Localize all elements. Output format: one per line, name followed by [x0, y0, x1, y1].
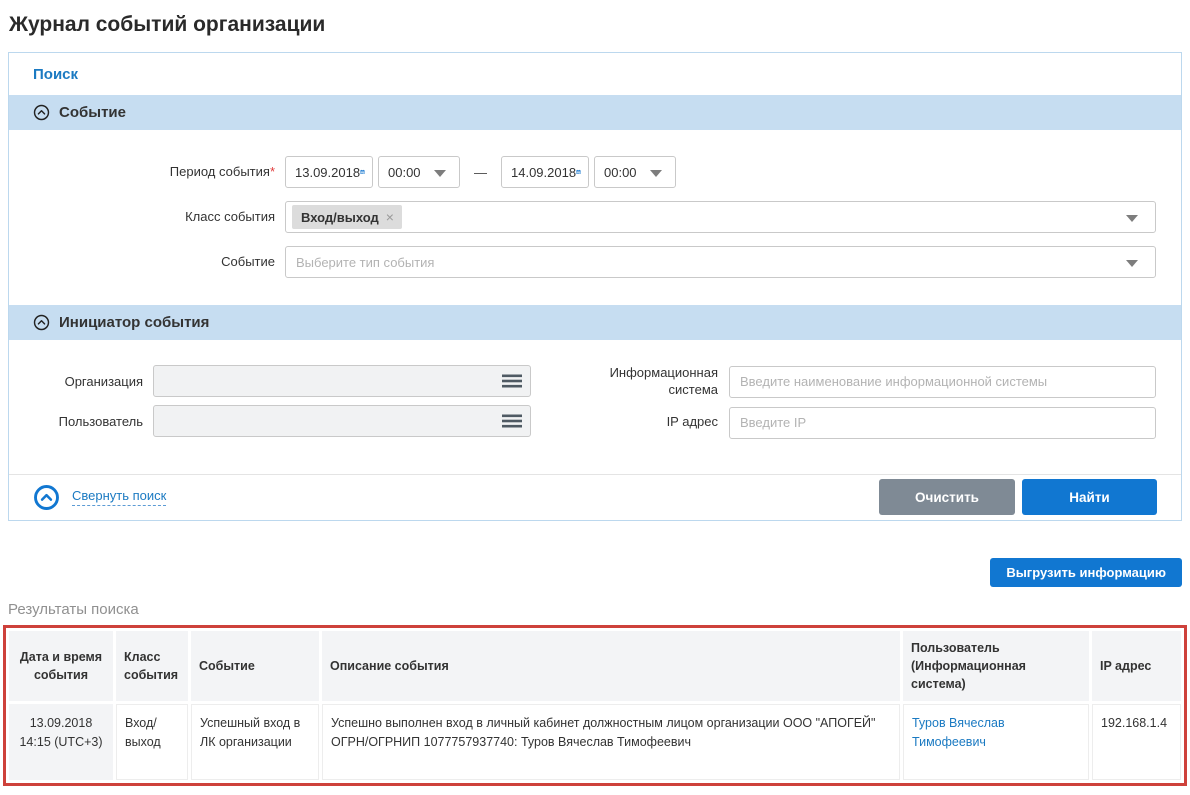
- cell-event: Успешный вход в ЛК организации: [191, 704, 319, 780]
- user-row: Пользователь: [9, 405, 531, 437]
- time-from-select[interactable]: 00:00: [378, 156, 460, 188]
- cell-datetime: 13.09.2018 14:15 (UTC+3): [9, 704, 113, 780]
- organization-label: Организация: [9, 374, 153, 389]
- calendar-icon[interactable]: [360, 165, 365, 179]
- event-class-row: Класс события Вход/выход ×: [9, 201, 1181, 233]
- calendar-icon[interactable]: [576, 165, 581, 179]
- event-type-label: Событие: [9, 254, 285, 270]
- caret-down-icon: [1126, 215, 1138, 222]
- find-button[interactable]: Найти: [1022, 479, 1157, 515]
- event-type-row: Событие Выберите тип события: [9, 246, 1181, 278]
- header-ip: IP адрес: [1092, 631, 1181, 701]
- info-system-label: Информационная система: [531, 365, 729, 399]
- search-panel-header: Поиск: [9, 53, 1181, 95]
- caret-down-icon: [434, 170, 446, 177]
- time-to-select[interactable]: 00:00: [594, 156, 676, 188]
- search-panel-title: Поиск: [33, 66, 78, 83]
- initiator-form-area: Организация Пользователь: [9, 340, 1181, 474]
- chevron-up-circle-icon[interactable]: [33, 484, 60, 511]
- collapse-search-label: Свернуть поиск: [72, 488, 166, 506]
- event-class-tag[interactable]: Вход/выход ×: [292, 205, 402, 229]
- header-datetime: Дата и время события: [9, 631, 113, 701]
- header-user: Пользователь (Информационная система): [903, 631, 1089, 701]
- date-from-input[interactable]: 13.09.2018: [285, 156, 373, 188]
- event-type-select[interactable]: Выберите тип события: [285, 246, 1156, 278]
- cell-description: Успешно выполнен вход в личный кабинет д…: [322, 704, 900, 780]
- cell-event-class: Вход/выход: [116, 704, 188, 780]
- organization-picker[interactable]: [153, 365, 531, 397]
- clear-button[interactable]: Очистить: [879, 479, 1015, 515]
- initiator-right-column: Информационная система IP адрес: [531, 365, 1181, 439]
- period-label: Период события*: [9, 164, 285, 180]
- organization-row: Организация: [9, 365, 531, 397]
- user-link[interactable]: Туров Вячеслав Тимофеевич: [912, 716, 1005, 749]
- section-header-initiator[interactable]: Инициатор события: [9, 305, 1181, 340]
- section-header-event[interactable]: Событие: [9, 95, 1181, 130]
- range-dash: —: [474, 165, 487, 180]
- page: Журнал событий организации Поиск Событие…: [0, 13, 1190, 786]
- cell-ip: 192.168.1.4: [1092, 704, 1181, 780]
- collapse-search-link[interactable]: Свернуть поиск: [33, 484, 166, 511]
- ip-input[interactable]: [729, 407, 1156, 439]
- search-footer: Свернуть поиск Очистить Найти: [9, 474, 1181, 520]
- event-class-select[interactable]: Вход/выход ×: [285, 201, 1156, 233]
- period-row: Период события* 13.09.2018: [9, 156, 1181, 188]
- user-label: Пользователь: [9, 414, 153, 429]
- user-picker[interactable]: [153, 405, 531, 437]
- table-header-row: Дата и время события Класс события Событ…: [9, 631, 1181, 701]
- initiator-left-column: Организация Пользователь: [9, 365, 531, 439]
- ip-row: IP адрес: [531, 407, 1156, 439]
- export-row: Выгрузить информацию: [8, 558, 1182, 587]
- chevron-up-circle-icon: [33, 314, 50, 331]
- event-form-area: Период события* 13.09.2018: [9, 130, 1181, 305]
- required-asterisk: *: [270, 164, 275, 179]
- results-table-frame: Дата и время события Класс события Событ…: [3, 625, 1187, 786]
- info-system-input[interactable]: [729, 366, 1156, 398]
- date-to-input[interactable]: 14.09.2018: [501, 156, 589, 188]
- tag-remove-icon[interactable]: ×: [386, 210, 394, 224]
- cell-user: Туров Вячеслав Тимофеевич: [903, 704, 1089, 780]
- header-event: Событие: [191, 631, 319, 701]
- export-button[interactable]: Выгрузить информацию: [990, 558, 1182, 587]
- chevron-up-circle-icon: [33, 104, 50, 121]
- ip-label: IP адрес: [531, 414, 729, 431]
- table-row: 13.09.2018 14:15 (UTC+3) Вход/выход Успе…: [9, 704, 1181, 780]
- search-panel: Поиск Событие Период события* 13.09.2018: [8, 52, 1182, 521]
- results-table: Дата и время события Класс события Событ…: [6, 628, 1184, 783]
- event-type-placeholder: Выберите тип события: [296, 255, 434, 270]
- section-title-event: Событие: [59, 104, 126, 121]
- caret-down-icon: [650, 170, 662, 177]
- caret-down-icon: [1126, 260, 1138, 267]
- hamburger-menu-icon[interactable]: [502, 414, 522, 428]
- info-system-row: Информационная система: [531, 365, 1156, 399]
- header-event-class: Класс события: [116, 631, 188, 701]
- hamburger-menu-icon[interactable]: [502, 374, 522, 388]
- section-title-initiator: Инициатор события: [59, 314, 209, 331]
- header-description: Описание события: [322, 631, 900, 701]
- footer-buttons: Очистить Найти: [879, 479, 1157, 515]
- event-class-label: Класс события: [9, 209, 285, 225]
- results-title: Результаты поиска: [8, 601, 1182, 618]
- page-title: Журнал событий организации: [9, 13, 1182, 37]
